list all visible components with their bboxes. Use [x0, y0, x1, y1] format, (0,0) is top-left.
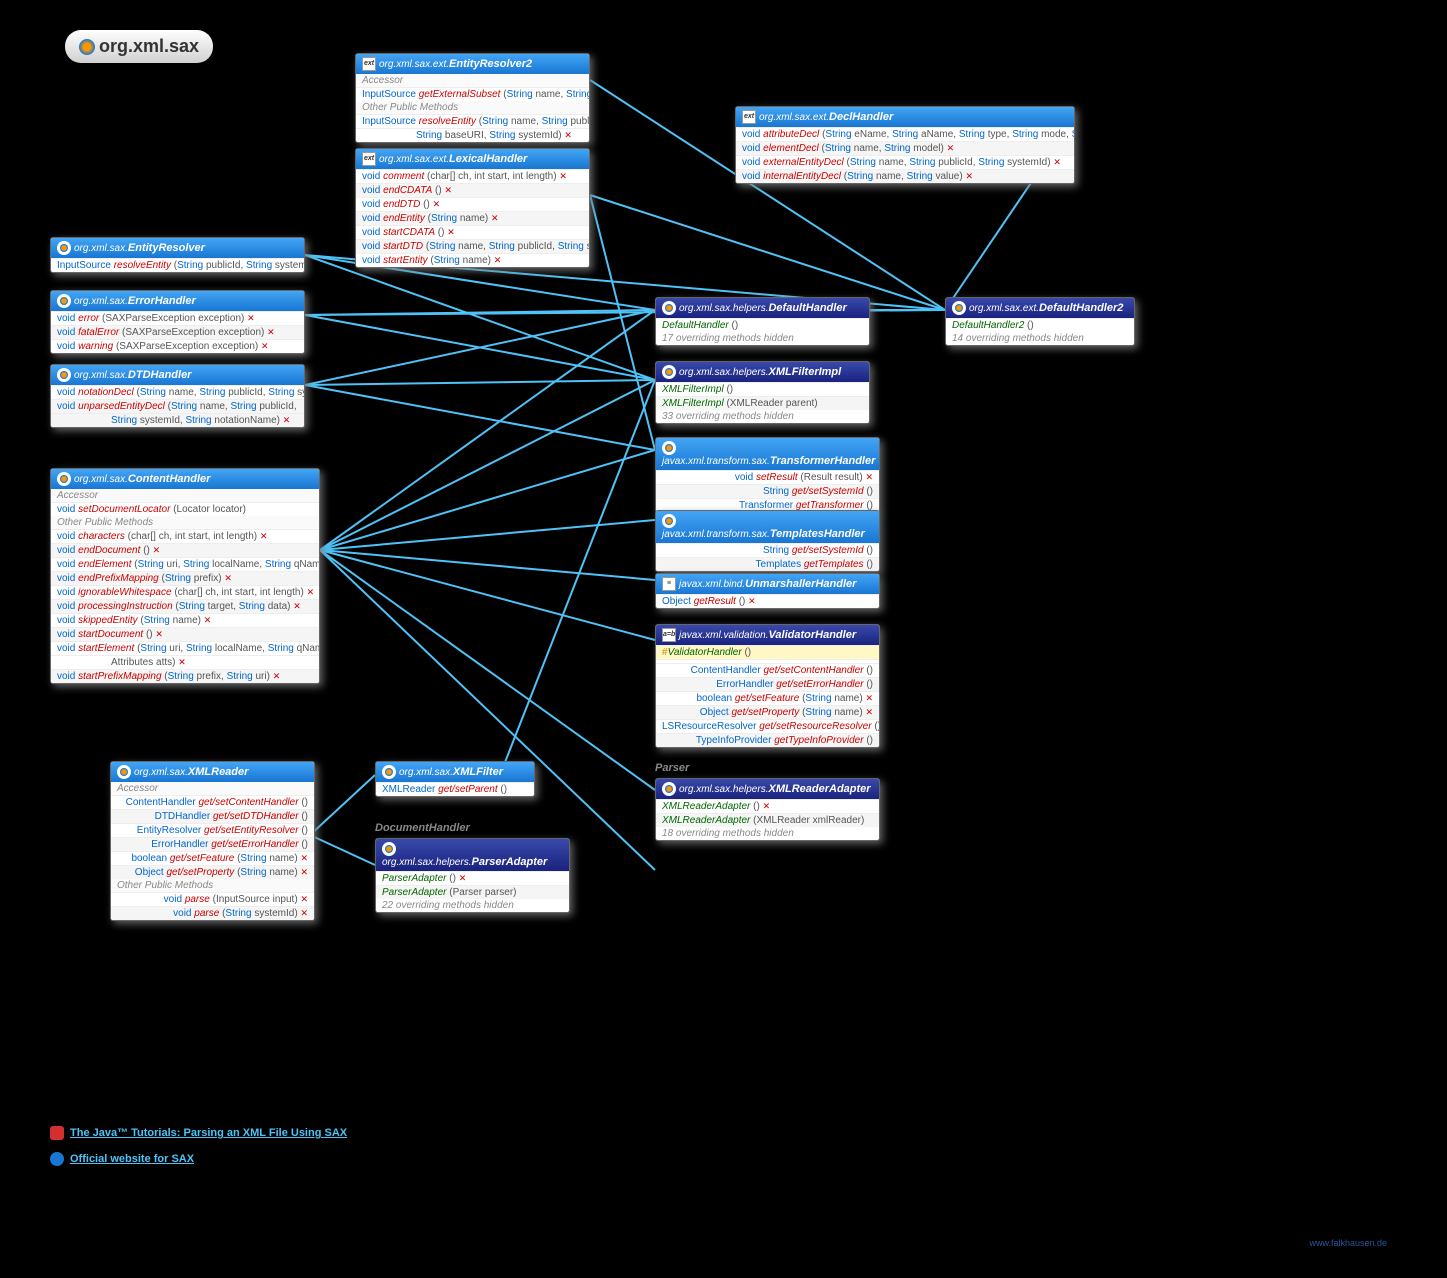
class-icon [662, 365, 676, 379]
interface-icon [382, 765, 396, 779]
ext-icon: ext [742, 110, 756, 124]
class-entityresolver[interactable]: org.xml.sax.EntityResolver InputSource r… [50, 237, 305, 273]
class-templateshandler[interactable]: javax.xml.transform.sax.TemplatesHandler… [655, 510, 880, 572]
interface-icon [57, 472, 71, 486]
class-xmlfilter[interactable]: org.xml.sax.XMLFilter XMLReader get/setP… [375, 761, 535, 797]
oracle-icon [50, 1126, 64, 1140]
package-icon [79, 39, 95, 55]
link-official[interactable]: Official website for SAX [50, 1152, 347, 1166]
class-icon [382, 842, 396, 856]
class-defaulthandler2[interactable]: org.xml.sax.ext.DefaultHandler2 DefaultH… [945, 297, 1135, 346]
page-title: org.xml.sax [65, 30, 213, 63]
interface-icon [57, 294, 71, 308]
class-entityresolver2[interactable]: extorg.xml.sax.ext.EntityResolver2 Acces… [355, 53, 590, 143]
class-defaulthandler[interactable]: org.xml.sax.helpers.DefaultHandler Defau… [655, 297, 870, 346]
class-icon [952, 301, 966, 315]
class-parseradapter[interactable]: org.xml.sax.helpers.ParserAdapter Parser… [375, 838, 570, 913]
class-xmlreader[interactable]: org.xml.sax.XMLReader Accessor ContentHa… [110, 761, 315, 921]
footer-credit: www.falkhausen.de [1309, 1238, 1387, 1248]
ext-icon: ext [362, 57, 376, 71]
label-parser: Parser [655, 762, 689, 774]
class-errorhandler[interactable]: org.xml.sax.ErrorHandler void error (SAX… [50, 290, 305, 354]
class-xmlfilterimpl[interactable]: org.xml.sax.helpers.XMLFilterImpl XMLFil… [655, 361, 870, 424]
class-transformerhandler[interactable]: javax.xml.transform.sax.TransformerHandl… [655, 437, 880, 513]
interface-icon [57, 241, 71, 255]
class-unmarshallerhandler[interactable]: ≡javax.xml.bind.UnmarshallerHandler Obje… [655, 573, 880, 609]
interface-icon [117, 765, 131, 779]
validation-icon: a=b [662, 628, 676, 642]
ext-icon: ext [362, 152, 376, 166]
class-xmlreaderadapter[interactable]: org.xml.sax.helpers.XMLReaderAdapter XML… [655, 778, 880, 841]
external-links: The Java™ Tutorials: Parsing an XML File… [50, 1126, 347, 1178]
web-icon [50, 1152, 64, 1166]
interface-icon [662, 441, 676, 455]
link-tutorial[interactable]: The Java™ Tutorials: Parsing an XML File… [50, 1126, 347, 1140]
class-lexicalhandler[interactable]: extorg.xml.sax.ext.LexicalHandler void c… [355, 148, 590, 268]
class-icon [662, 782, 676, 796]
class-icon [662, 301, 676, 315]
bind-icon: ≡ [662, 577, 676, 591]
class-contenthandler[interactable]: org.xml.sax.ContentHandler Accessor void… [50, 468, 320, 684]
class-declhandler[interactable]: extorg.xml.sax.ext.DeclHandler void attr… [735, 106, 1075, 184]
interface-icon [57, 368, 71, 382]
interface-icon [662, 514, 676, 528]
label-documenthandler: DocumentHandler [375, 822, 470, 834]
class-dtdhandler[interactable]: org.xml.sax.DTDHandler void notationDecl… [50, 364, 305, 428]
class-validatorhandler[interactable]: a=bjavax.xml.validation.ValidatorHandler… [655, 624, 880, 748]
